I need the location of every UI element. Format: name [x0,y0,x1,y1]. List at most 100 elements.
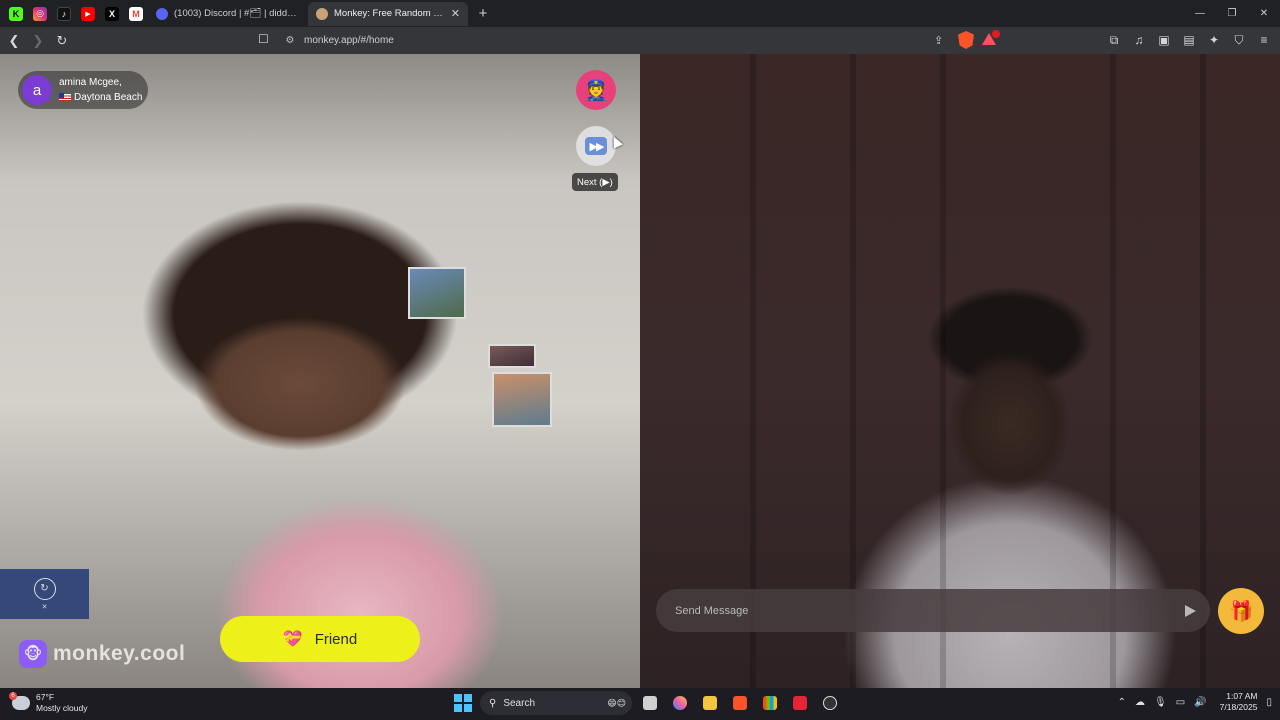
microphone-icon[interactable]: 🎙 [1154,697,1167,708]
x-icon: X [105,6,119,21]
pinned-tab-youtube[interactable]: ▶ [76,2,100,26]
restore-button[interactable]: ❐ [1216,0,1248,27]
tab-discord[interactable]: (1003) Discord | #🗂 | diddy coolers [148,2,308,26]
window-controls: — ❐ ✕ [1184,0,1280,27]
stranger-user-chip[interactable]: a amina Mcgee, Daytona Beach [18,71,148,109]
weather-widget[interactable]: 6 67°F Mostly cloudy [9,692,88,714]
next-button[interactable]: ▶▶ [576,126,616,166]
monkey-logo-icon: 🐵 [19,640,47,668]
windows-taskbar: 6 67°F Mostly cloudy ⚲ Search 😄😊 ⌃ ☁ 🎙 ▭… [0,688,1280,720]
gmail-icon: M [129,6,143,21]
site-settings-icon[interactable]: ⚙ [280,35,300,46]
search-highlight-icon: 😄😊 [607,697,626,708]
friend-button[interactable]: 💝 Friend [220,616,420,662]
skip-forward-icon: ▶▶ [585,137,607,155]
store-button[interactable] [758,691,782,715]
bookmark-icon[interactable]: ☐ [258,32,269,46]
gift-button[interactable]: 🎁 [1218,588,1264,634]
user-location-row: Daytona Beach [59,90,142,105]
pinned-tab-kick[interactable]: K [4,2,28,26]
wall-poster [488,344,536,368]
copilot-button[interactable] [668,691,692,715]
close-tab-icon[interactable]: ✕ [451,7,460,20]
send-button[interactable] [1170,591,1210,631]
tiktok-icon: ♪ [57,6,71,21]
clock-time: 1:07 AM [1226,691,1258,701]
tab-monkey[interactable]: Monkey: Free Random Video Chat ✕ [308,1,468,26]
brand-logo: 🐵 monkey.cool [19,640,185,668]
browser-toolbar: ❮ ❯ ↻ ☐ ⚙ monkey.app/#/home ⇪ ⧉ ♫ ▣ ▤ ✦ … [0,27,1280,54]
taskbar-apps: ⚲ Search 😄😊 [452,691,842,715]
brave-rewards-icon[interactable] [982,30,1000,47]
task-view-button[interactable] [638,691,662,715]
tab-title: (1003) Discord | #🗂 | diddy coolers [174,8,300,19]
camera-switch-icon[interactable]: ↻ [33,577,56,600]
cloud-sync-icon[interactable]: ☁ [1135,697,1145,708]
sidebar-icon[interactable]: ▣ [1156,31,1172,49]
youtube-icon: ▶ [81,6,95,21]
friend-label: Friend [314,630,358,648]
app-red-icon [793,696,807,710]
store-icon [763,696,777,710]
task-view-icon [643,696,657,710]
monkey-app: a amina Mcgee, Daytona Beach 👮 ▶▶ Next (… [0,54,1280,688]
back-button[interactable]: ❮ [4,31,24,51]
minimize-button[interactable]: — [1184,0,1216,27]
pinned-tab-instagram[interactable]: ◎ [28,2,52,26]
copilot-icon [673,696,687,710]
tab-title: Monkey: Free Random Video Chat [334,8,445,19]
reload-button[interactable]: ↻ [52,31,72,51]
us-flag-icon [59,93,71,101]
screenshot-icon[interactable]: ⧉ [1106,31,1122,49]
pinned-tab-x[interactable]: X [100,2,124,26]
self-preview[interactable]: ↻ ✕ [0,569,89,619]
app-red-button[interactable] [788,691,812,715]
url-text: monkey.app/#/home [304,35,394,46]
chevron-up-icon[interactable]: ⌃ [1118,697,1126,708]
pinned-tab-tiktok[interactable]: ♪ [52,2,76,26]
next-tooltip: Next (▶) [572,173,618,191]
wall-poster [408,267,466,319]
pinned-tabs: K ◎ ♪ ▶ X M [0,2,148,26]
brave-icon [733,696,747,710]
user-info: amina Mcgee, Daytona Beach [59,75,142,105]
kick-icon: K [9,6,23,21]
file-explorer-button[interactable] [698,691,722,715]
stranger-video: a amina Mcgee, Daytona Beach 👮 ▶▶ Next (… [0,54,640,688]
temperature: 67°F [36,692,55,702]
forward-button[interactable]: ❯ [28,31,48,51]
network-icon[interactable]: ▭ [1176,697,1185,708]
mic-off-icon: ✕ [41,603,48,611]
weather-text: 67°F Mostly cloudy [36,692,88,714]
toolbar-extensions: ⧉ ♫ ▣ ▤ ✦ ⛉ ≡ [1106,31,1272,49]
pinned-tab-gmail[interactable]: M [124,2,148,26]
obs-button[interactable] [818,691,842,715]
weather-desc: Mostly cloudy [36,703,88,713]
report-button[interactable]: 👮 [576,70,616,110]
share-icon[interactable]: ⇪ [934,34,943,47]
volume-icon[interactable]: 🔊 [1194,697,1206,708]
menu-icon[interactable]: ≡ [1256,31,1272,49]
taskbar-search[interactable]: ⚲ Search 😄😊 [480,691,632,715]
media-icon[interactable]: ♫ [1131,31,1147,49]
folder-icon [703,696,717,710]
close-window-button[interactable]: ✕ [1248,0,1280,27]
wallet-icon[interactable]: ▤ [1181,31,1197,49]
address-bar[interactable]: ⚙ monkey.app/#/home ⇪ [280,30,1000,51]
leo-ai-icon[interactable]: ✦ [1206,31,1222,49]
wall-poster [492,372,552,427]
search-icon: ⚲ [489,697,497,709]
weather-badge: 6 [9,692,17,700]
new-tab-button[interactable]: + [472,3,494,25]
notification-icon[interactable]: ▯ [1266,697,1272,708]
heart-icon: 💝 [282,631,303,648]
send-icon [1184,604,1196,617]
vpn-icon[interactable]: ⛉ [1231,31,1247,49]
start-button[interactable] [452,692,474,714]
clock[interactable]: 1:07 AM 7/18/2025 [1220,691,1258,713]
police-officer-icon: 👮 [583,79,609,102]
brave-taskbar-button[interactable] [728,691,752,715]
message-input[interactable] [675,604,1170,617]
search-label: Search [503,697,536,709]
user-location: Daytona Beach [74,92,143,103]
